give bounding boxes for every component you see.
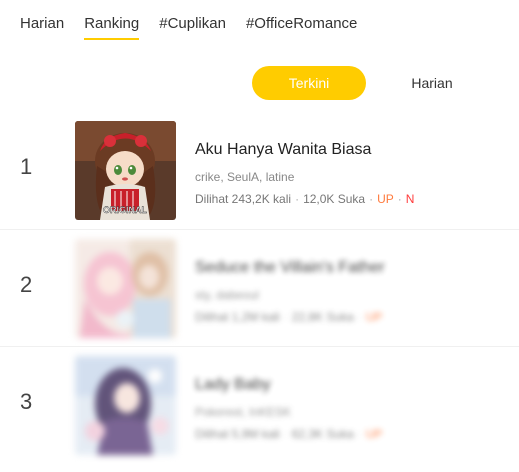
comic-authors: Pokerest, InKESK	[195, 405, 292, 419]
up-badge: UP	[365, 310, 383, 324]
period-harian-button[interactable]: Harian	[382, 66, 482, 100]
comic-thumbnail-2-icon	[75, 239, 176, 338]
period-terkini-button[interactable]: Terkini	[252, 66, 366, 100]
rank-number: 3	[20, 389, 33, 414]
new-badge: N	[405, 192, 415, 206]
ranking-item-2[interactable]: 2 Seduce the Villain's Father sty, dabeo…	[0, 229, 519, 346]
view-count: Dilihat 1,2M kali	[195, 310, 280, 324]
comic-info: Seduce the Villain's Father sty, dabeoul…	[195, 258, 505, 324]
comic-info: Lady Baby Pokerest, InKESK Dilihat 5,9M …	[195, 375, 505, 441]
ranking-item-1[interactable]: 1 ORIGINAL Aku Hanya Wanita Biasa crike,…	[0, 112, 519, 229]
original-badge: ORIGINAL	[103, 205, 148, 215]
comic-thumbnail[interactable]	[75, 356, 176, 455]
comic-authors: sty, dabeoul	[195, 288, 259, 302]
comic-authors: crike, SeulA, latine	[195, 170, 295, 184]
comic-thumbnail[interactable]	[75, 239, 176, 338]
tab-ranking[interactable]: Ranking	[84, 14, 140, 40]
like-count: 22,8K Suka	[291, 310, 354, 324]
comic-title[interactable]: Seduce the Villain's Father	[195, 258, 505, 278]
ranking-period-toggle: Terkini Harian	[252, 66, 482, 101]
comic-stats: Dilihat 1,2M kali · 22,8K Suka · UP	[195, 310, 383, 324]
rank-number: 1	[20, 154, 33, 179]
like-count: 62,3K Suka	[291, 427, 354, 441]
like-count: 12,0K Suka	[303, 192, 366, 206]
comic-stats: Dilihat 243,2K kali · 12,0K Suka · UP · N	[195, 192, 415, 206]
ranking-item-3[interactable]: 3 Lady Baby Pokerest, InKESK Dilihat 5,9…	[0, 346, 519, 463]
tab-officeromance[interactable]: #OfficeRomance	[246, 14, 357, 40]
top-tab-bar: Harian Ranking #Cuplikan #OfficeRomance	[20, 14, 377, 42]
comic-info: Aku Hanya Wanita Biasa crike, SeulA, lat…	[195, 140, 505, 206]
comic-title[interactable]: Lady Baby	[195, 375, 505, 395]
tab-harian[interactable]: Harian	[20, 14, 64, 40]
up-badge: UP	[365, 427, 383, 441]
comic-title[interactable]: Aku Hanya Wanita Biasa	[195, 140, 505, 160]
comic-thumbnail-3-icon	[75, 356, 176, 455]
ranking-page: Harian Ranking #Cuplikan #OfficeRomance …	[0, 0, 519, 472]
view-count: Dilihat 243,2K kali	[195, 192, 292, 206]
view-count: Dilihat 5,9M kali	[195, 427, 280, 441]
comic-stats: Dilihat 5,9M kali · 62,3K Suka · UP	[195, 427, 383, 441]
up-badge: UP	[377, 192, 394, 206]
ranking-list: 1 ORIGINAL Aku Hanya Wanita Biasa crike,…	[0, 112, 519, 463]
comic-thumbnail[interactable]: ORIGINAL	[75, 121, 176, 220]
comic-thumbnail-1-icon: ORIGINAL	[75, 121, 176, 220]
rank-number: 2	[20, 272, 33, 297]
tab-cuplikan[interactable]: #Cuplikan	[159, 14, 226, 40]
